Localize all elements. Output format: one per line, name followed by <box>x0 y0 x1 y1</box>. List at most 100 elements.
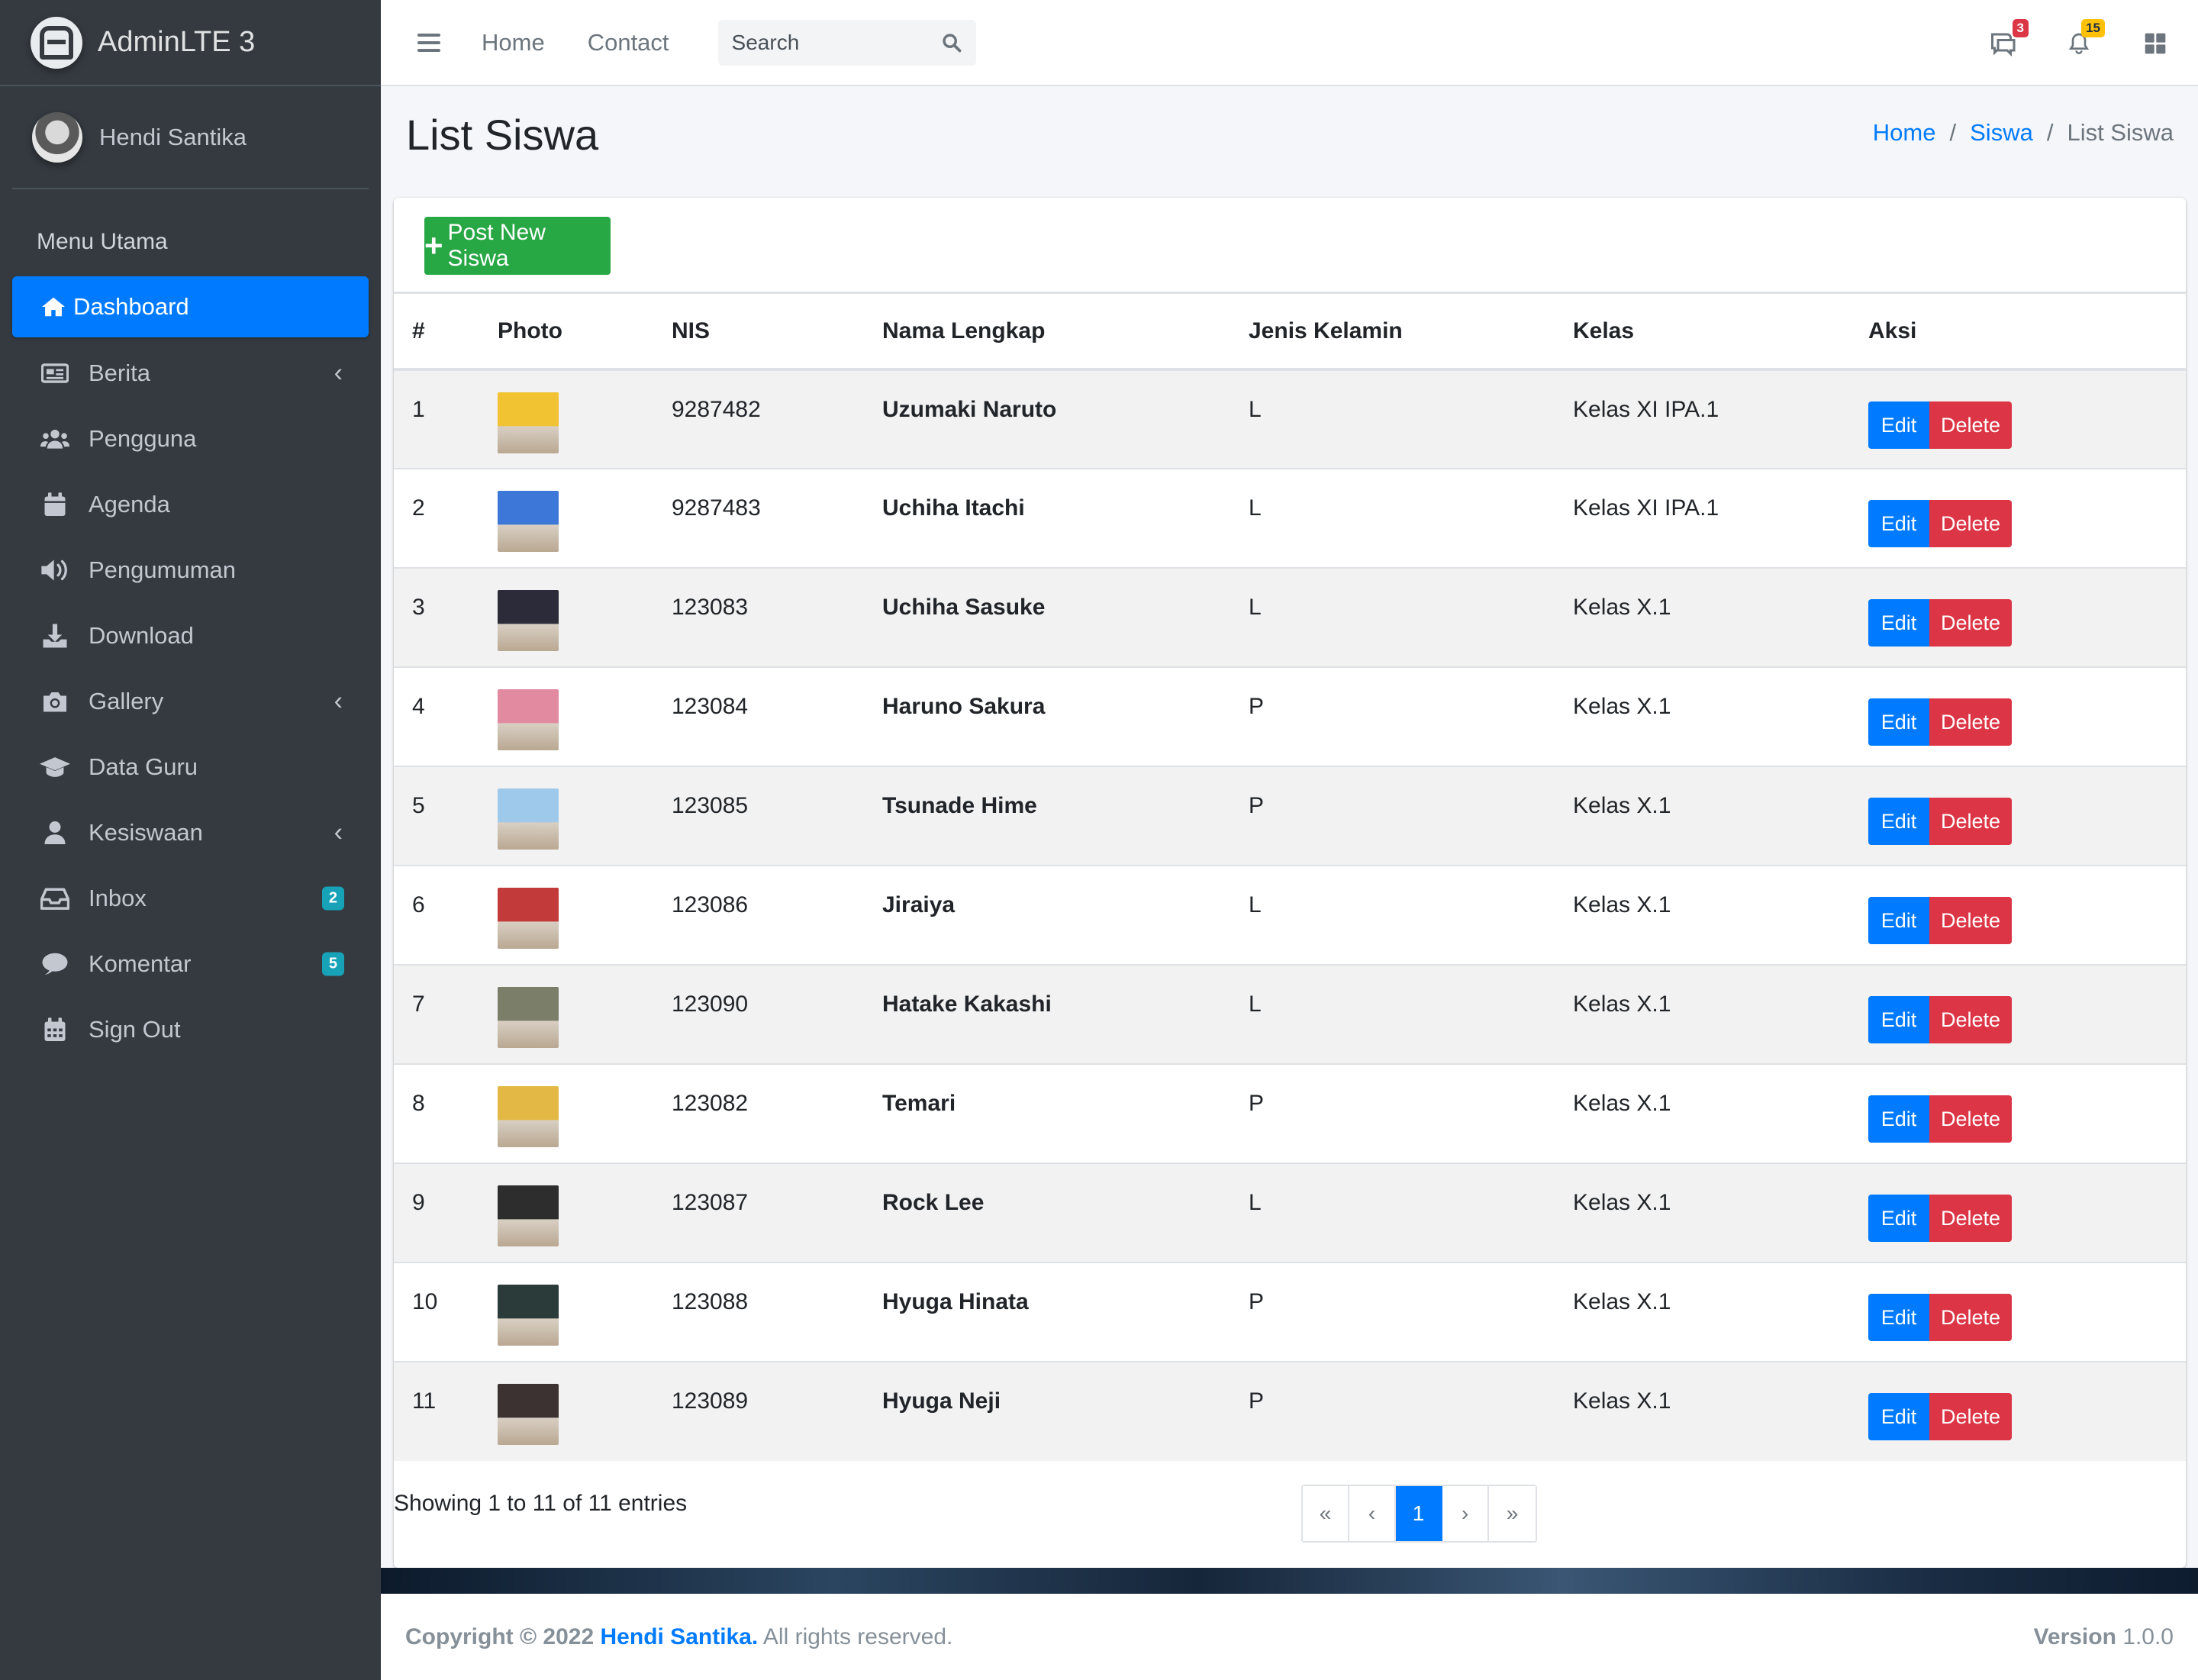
sidebar-item-gallery[interactable]: Gallery ‹ <box>12 669 369 734</box>
edit-button[interactable]: Edit <box>1868 1393 1929 1440</box>
delete-button[interactable]: Delete <box>1929 1393 2012 1440</box>
cell-jenis-kelamin: L <box>1249 1162 1573 1262</box>
cell-nama: Uchiha Itachi <box>882 468 1249 568</box>
footer-author-link[interactable]: Hendi Santika. <box>601 1624 759 1649</box>
edit-button[interactable]: Edit <box>1868 698 1929 746</box>
cell-aksi: Edit Delete <box>1868 964 2186 1064</box>
cell-photo <box>498 468 672 568</box>
delete-button[interactable]: Delete <box>1929 798 2012 845</box>
sidebar-item-label: Download <box>89 622 194 649</box>
cell-kelas: Kelas X.1 <box>1573 1162 1868 1262</box>
column-header-nama[interactable]: Nama Lengkap <box>882 294 1249 371</box>
breadcrumb-home[interactable]: Home <box>1873 119 1936 147</box>
edit-button[interactable]: Edit <box>1868 401 1929 449</box>
avatar <box>32 111 82 163</box>
delete-button[interactable]: Delete <box>1929 1195 2012 1242</box>
column-header-photo[interactable]: Photo <box>498 294 672 371</box>
column-header-nis[interactable]: NIS <box>672 294 882 371</box>
chevron-left-icon[interactable]: ‹ <box>334 359 343 389</box>
edit-button[interactable]: Edit <box>1868 599 1929 647</box>
pagination-last[interactable]: » <box>1489 1486 1536 1541</box>
user-name[interactable]: Hendi Santika <box>99 124 247 151</box>
sidebar-item-dashboard[interactable]: Dashboard <box>12 276 369 337</box>
delete-button[interactable]: Delete <box>1929 1095 2012 1143</box>
cell-nama: Haruno Sakura <box>882 666 1249 766</box>
column-header-aksi[interactable]: Aksi <box>1868 294 2186 371</box>
sidebar-item-pengguna[interactable]: Pengguna <box>12 406 369 472</box>
pagination-prev[interactable]: ‹ <box>1349 1486 1396 1541</box>
delete-button[interactable]: Delete <box>1929 897 2012 944</box>
menu-toggle-icon[interactable] <box>417 33 440 52</box>
search-icon[interactable] <box>941 32 962 53</box>
version-value: 1.0.0 <box>2122 1624 2174 1649</box>
sidebar-item-sign-out[interactable]: Sign Out <box>12 997 369 1062</box>
nav-link-contact[interactable]: Contact <box>588 29 669 56</box>
sidebar-item-berita[interactable]: Berita ‹ <box>12 340 369 406</box>
sidebar-item-agenda[interactable]: Agenda <box>12 472 369 537</box>
pagination-next[interactable]: › <box>1442 1486 1489 1541</box>
search-input[interactable]: Search <box>732 31 800 55</box>
navbar-search[interactable]: Search <box>717 19 976 66</box>
cell-kelas: Kelas X.1 <box>1573 1262 1868 1362</box>
column-header-no[interactable]: # <box>394 294 498 371</box>
notifications-badge: 15 <box>2081 18 2105 37</box>
messages-icon[interactable]: 3 <box>1987 18 2029 59</box>
delete-button[interactable]: Delete <box>1929 500 2012 547</box>
cell-photo <box>498 666 672 766</box>
sidebar-item-download[interactable]: Download <box>12 603 369 669</box>
cell-kelas: Kelas XI IPA.1 <box>1573 468 1868 568</box>
column-header-jenis-kelamin[interactable]: Jenis Kelamin <box>1249 294 1573 371</box>
brand-link[interactable]: AdminLTE 3 <box>0 0 381 86</box>
table-row: 5 123085 Tsunade Hime P Kelas X.1 Edit D… <box>394 766 2186 866</box>
edit-button[interactable]: Edit <box>1868 897 1929 944</box>
cell-jenis-kelamin: L <box>1249 468 1573 568</box>
table-row: 6 123086 Jiraiya L Kelas X.1 Edit Delete <box>394 865 2186 965</box>
post-new-siswa-button[interactable]: + Post New Siswa <box>424 217 611 275</box>
breadcrumb: Home / Siswa / List Siswa <box>1873 119 2174 147</box>
sidebar-item-label: Data Guru <box>89 753 198 780</box>
column-header-kelas[interactable]: Kelas <box>1573 294 1868 371</box>
cell-nama: Uchiha Sasuke <box>882 567 1249 667</box>
breadcrumb-separator: / <box>2046 119 2054 146</box>
sidebar-item-pengumuman[interactable]: Pengumuman <box>12 537 369 603</box>
cell-no: 10 <box>394 1262 498 1362</box>
messages-badge: 3 <box>2012 18 2029 37</box>
sidebar-item-kesiswaan[interactable]: Kesiswaan ‹ <box>12 800 369 866</box>
delete-button[interactable]: Delete <box>1929 1294 2012 1341</box>
cell-jenis-kelamin: P <box>1249 1361 1573 1461</box>
chevron-left-icon[interactable]: ‹ <box>334 818 343 848</box>
delete-button[interactable]: Delete <box>1929 599 2012 647</box>
copyright-prefix: Copyright © 2022 <box>405 1624 595 1649</box>
sidebar-item-label: Berita <box>89 360 150 386</box>
edit-button[interactable]: Edit <box>1868 500 1929 547</box>
cell-no: 2 <box>394 468 498 568</box>
edit-button[interactable]: Edit <box>1868 1095 1929 1143</box>
cell-nis: 123086 <box>672 865 882 965</box>
cell-photo <box>498 964 672 1064</box>
pagination-first[interactable]: « <box>1303 1486 1349 1541</box>
notifications-icon[interactable]: 15 <box>2064 18 2105 59</box>
top-navbar: Home Contact Search 3 15 <box>381 0 2198 86</box>
nav-link-home[interactable]: Home <box>482 29 545 56</box>
edit-button[interactable]: Edit <box>1868 1294 1929 1341</box>
sidebar-item-inbox[interactable]: Inbox 2 <box>12 866 369 931</box>
version-info: Version 1.0.0 <box>2034 1624 2174 1650</box>
breadcrumb-siswa[interactable]: Siswa <box>1970 119 2033 147</box>
user-panel[interactable]: Hendi Santika <box>12 86 369 189</box>
chevron-left-icon[interactable]: ‹ <box>334 687 343 717</box>
delete-button[interactable]: Delete <box>1929 996 2012 1043</box>
edit-button[interactable]: Edit <box>1868 798 1929 845</box>
pagination-page-current[interactable]: 1 <box>1396 1486 1442 1541</box>
control-sidebar-icon[interactable] <box>2140 28 2171 59</box>
sidebar-item-data-guru[interactable]: Data Guru <box>12 734 369 800</box>
calendar-grid-icon <box>40 1014 70 1045</box>
sidebar-item-komentar[interactable]: Komentar 5 <box>12 931 369 997</box>
cell-no: 9 <box>394 1162 498 1262</box>
cell-jenis-kelamin: L <box>1249 865 1573 965</box>
cell-nis: 9287483 <box>672 468 882 568</box>
edit-button[interactable]: Edit <box>1868 996 1929 1043</box>
edit-button[interactable]: Edit <box>1868 1195 1929 1242</box>
delete-button[interactable]: Delete <box>1929 698 2012 746</box>
delete-button[interactable]: Delete <box>1929 401 2012 449</box>
cell-kelas: Kelas X.1 <box>1573 1361 1868 1461</box>
